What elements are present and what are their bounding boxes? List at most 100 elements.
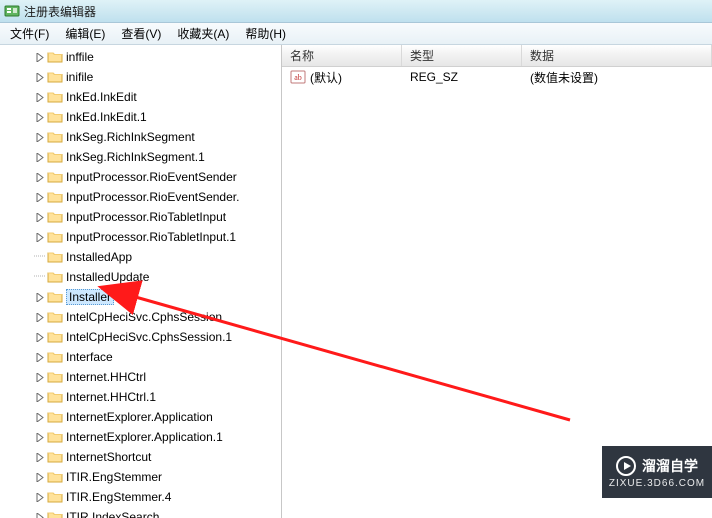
folder-icon xyxy=(47,189,63,205)
column-type[interactable]: 类型 xyxy=(402,45,522,66)
value-type-cell: REG_SZ xyxy=(402,70,522,84)
watermark-brand: 溜溜自学 xyxy=(642,456,698,476)
expander-icon[interactable] xyxy=(34,151,46,163)
folder-icon xyxy=(47,469,63,485)
folder-icon xyxy=(47,109,63,125)
expander-icon[interactable] xyxy=(34,451,46,463)
expander-icon[interactable] xyxy=(34,411,46,423)
tree-item[interactable]: InternetShortcut xyxy=(0,447,281,467)
expander-icon[interactable] xyxy=(34,171,46,183)
tree-item-label: ITIR.EngStemmer.4 xyxy=(66,490,171,504)
value-name-cell: ab(默认) xyxy=(282,69,402,86)
folder-icon xyxy=(47,49,63,65)
tree-item-label: InputProcessor.RioEventSender xyxy=(66,170,237,184)
expander-icon[interactable] xyxy=(34,431,46,443)
expander-icon[interactable] xyxy=(34,211,46,223)
column-name[interactable]: 名称 xyxy=(282,45,402,66)
folder-icon xyxy=(47,129,63,145)
folder-icon xyxy=(47,229,63,245)
play-icon xyxy=(616,456,636,476)
folder-icon xyxy=(47,429,63,445)
value-name: (默认) xyxy=(310,69,342,86)
tree-item[interactable]: ITIR.IndexSearch xyxy=(0,507,281,518)
tree-item-label: InternetExplorer.Application.1 xyxy=(66,430,223,444)
expander-icon[interactable] xyxy=(34,371,46,383)
tree-item[interactable]: Internet.HHCtrl xyxy=(0,367,281,387)
registry-tree: inffile inifile InkEd.InkEdit InkEd.InkEdit… xyxy=(0,45,281,518)
expander-icon[interactable] xyxy=(34,111,46,123)
tree-item-label: InternetShortcut xyxy=(66,450,151,464)
tree-item[interactable]: InkEd.InkEdit.1 xyxy=(0,107,281,127)
tree-item-label: ITIR.EngStemmer xyxy=(66,470,162,484)
menu-edit[interactable]: 编辑(E) xyxy=(57,23,113,44)
expander-icon[interactable] xyxy=(34,311,46,323)
folder-icon xyxy=(47,389,63,405)
tree-item[interactable]: ITIR.EngStemmer xyxy=(0,467,281,487)
tree-item-label: InstalledApp xyxy=(66,250,132,264)
tree-item-label: InputProcessor.RioEventSender. xyxy=(66,190,239,204)
tree-item[interactable]: InstalledApp xyxy=(0,247,281,267)
tree-item-label: Interface xyxy=(66,350,113,364)
tree-item-label: InkSeg.RichInkSegment.1 xyxy=(66,150,205,164)
tree-item[interactable]: IntelCpHeciSvc.CphsSession.1 xyxy=(0,327,281,347)
folder-icon xyxy=(47,69,63,85)
tree-item[interactable]: InternetExplorer.Application.1 xyxy=(0,427,281,447)
tree-item[interactable]: IntelCpHeciSvc.CphsSession xyxy=(0,307,281,327)
menu-favorites[interactable]: 收藏夹(A) xyxy=(169,23,237,44)
tree-item[interactable]: InkSeg.RichInkSegment.1 xyxy=(0,147,281,167)
expander-icon[interactable] xyxy=(34,191,46,203)
expander-icon[interactable] xyxy=(34,51,46,63)
tree-item-label: ITIR.IndexSearch xyxy=(66,510,159,518)
tree-item-label: IntelCpHeciSvc.CphsSession.1 xyxy=(66,330,232,344)
title-bar: 注册表编辑器 xyxy=(0,0,712,23)
folder-icon xyxy=(47,149,63,165)
menu-bar: 文件(F) 编辑(E) 查看(V) 收藏夹(A) 帮助(H) xyxy=(0,23,712,45)
expander-icon[interactable] xyxy=(34,491,46,503)
tree-item[interactable]: InputProcessor.RioTabletInput xyxy=(0,207,281,227)
folder-icon xyxy=(47,89,63,105)
tree-scroll[interactable]: inffile inifile InkEd.InkEdit InkEd.InkEdit… xyxy=(0,45,281,518)
tree-item[interactable]: inffile xyxy=(0,47,281,67)
tree-item[interactable]: InputProcessor.RioEventSender xyxy=(0,167,281,187)
tree-panel: inffile inifile InkEd.InkEdit InkEd.InkEdit… xyxy=(0,45,282,518)
menu-help[interactable]: 帮助(H) xyxy=(237,23,294,44)
window-title: 注册表编辑器 xyxy=(24,3,96,20)
menu-file[interactable]: 文件(F) xyxy=(2,23,57,44)
tree-item[interactable]: ITIR.EngStemmer.4 xyxy=(0,487,281,507)
tree-item[interactable]: InkSeg.RichInkSegment xyxy=(0,127,281,147)
tree-item[interactable]: InputProcessor.RioTabletInput.1 xyxy=(0,227,281,247)
tree-item-label: InkEd.InkEdit xyxy=(66,90,137,104)
expander-icon[interactable] xyxy=(34,91,46,103)
folder-icon xyxy=(47,269,63,285)
expander-icon[interactable] xyxy=(34,391,46,403)
tree-item[interactable]: InputProcessor.RioEventSender. xyxy=(0,187,281,207)
expander-icon[interactable] xyxy=(34,71,46,83)
folder-icon xyxy=(47,509,63,518)
folder-icon xyxy=(47,449,63,465)
expander-icon[interactable] xyxy=(34,351,46,363)
expander-icon[interactable] xyxy=(34,471,46,483)
tree-line xyxy=(34,250,46,265)
tree-item[interactable]: InstalledUpdate xyxy=(0,267,281,287)
tree-item-label: inffile xyxy=(66,50,94,64)
tree-item[interactable]: Installer xyxy=(0,287,281,307)
tree-item[interactable]: Interface xyxy=(0,347,281,367)
value-data-cell: (数值未设置) xyxy=(522,69,712,86)
expander-icon[interactable] xyxy=(34,511,46,518)
tree-item[interactable]: InternetExplorer.Application xyxy=(0,407,281,427)
tree-item-label: inifile xyxy=(66,70,93,84)
expander-icon[interactable] xyxy=(34,131,46,143)
tree-item[interactable]: Internet.HHCtrl.1 xyxy=(0,387,281,407)
column-data[interactable]: 数据 xyxy=(522,45,712,66)
folder-icon xyxy=(47,369,63,385)
tree-item[interactable]: inifile xyxy=(0,67,281,87)
folder-icon xyxy=(47,309,63,325)
expander-icon[interactable] xyxy=(34,231,46,243)
list-row[interactable]: ab(默认)REG_SZ(数值未设置) xyxy=(282,67,712,87)
string-value-icon: ab xyxy=(290,69,306,85)
menu-view[interactable]: 查看(V) xyxy=(113,23,169,44)
tree-item[interactable]: InkEd.InkEdit xyxy=(0,87,281,107)
expander-icon[interactable] xyxy=(34,331,46,343)
expander-icon[interactable] xyxy=(34,291,46,303)
tree-item-label: Internet.HHCtrl.1 xyxy=(66,390,156,404)
